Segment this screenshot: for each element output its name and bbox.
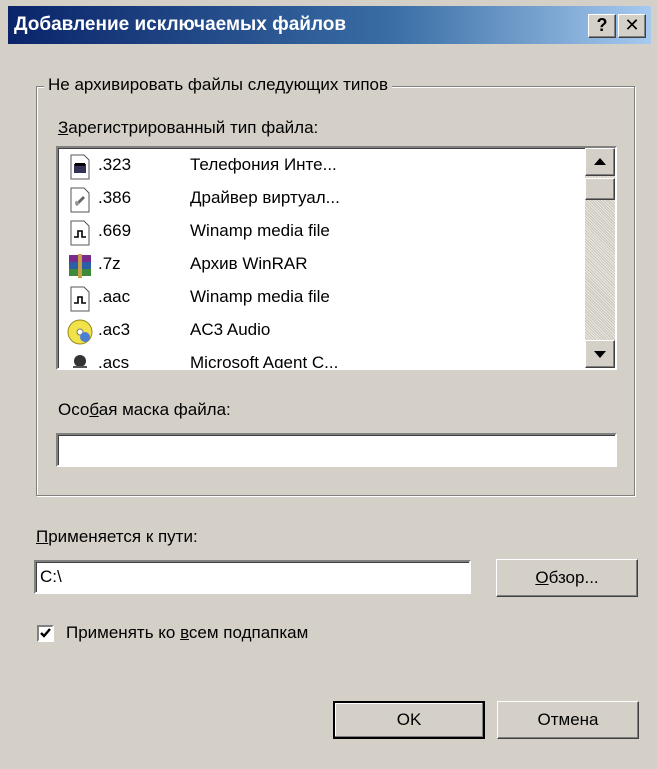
group-legend: Не архивировать файлы следующих типов	[44, 75, 393, 95]
browse-button[interactable]: Обзор...	[496, 559, 638, 597]
title-bar[interactable]: Добавление исключаемых файлов ? ✕	[8, 6, 651, 44]
file-type-description: Winamp media file	[190, 221, 330, 240]
list-item[interactable]: .acs Microsoft Agent C...	[66, 348, 586, 370]
file-extension: .323	[98, 155, 132, 174]
file-type-description: Архив WinRAR	[190, 254, 308, 273]
file-type-description: Телефония Инте...	[190, 155, 337, 174]
ok-button[interactable]: OK	[333, 701, 485, 739]
file-type-description: AC3 Audio	[190, 320, 271, 339]
scroll-up-button[interactable]	[585, 148, 615, 176]
file-extension: .acs	[98, 353, 130, 370]
driver-file-icon	[70, 187, 90, 213]
path-input[interactable]	[34, 560, 471, 594]
exclude-files-dialog: Добавление исключаемых файлов ? ✕ Не арх…	[0, 0, 657, 769]
path-label: Применяется к пути:	[36, 527, 198, 546]
file-extension: .669	[98, 221, 132, 240]
scroll-down-button[interactable]	[585, 340, 615, 368]
list-item[interactable]: .aac Winamp media file	[66, 282, 586, 315]
list-item[interactable]: .ac3 AC3 Audio	[66, 315, 586, 348]
list-item[interactable]: .323 Телефония Инте...	[66, 150, 586, 183]
scroll-thumb[interactable]	[585, 178, 615, 200]
arrow-up-icon	[594, 158, 606, 165]
file-type-description: Microsoft Agent C...	[190, 353, 339, 370]
file-extension: .7z	[98, 254, 121, 273]
dialog-title: Добавление исключаемых файлов	[14, 14, 347, 35]
file-type-description: Winamp media file	[190, 287, 330, 306]
apply-subfolders-checkbox[interactable]	[37, 625, 54, 642]
winrar-archive-icon	[69, 254, 91, 278]
cancel-button[interactable]: Отмена	[497, 701, 639, 739]
list-item[interactable]: .386 Драйвер виртуал...	[66, 183, 586, 216]
list-item[interactable]: .669 Winamp media file	[66, 216, 586, 249]
file-extension: .ac3	[98, 320, 131, 339]
audio-cd-icon	[67, 319, 93, 345]
vertical-scrollbar[interactable]	[585, 148, 615, 368]
close-icon: ✕	[624, 15, 640, 35]
list-item[interactable]: .7z Архив WinRAR	[66, 249, 586, 282]
file-mask-label: Особая маска файла:	[58, 400, 231, 419]
help-button[interactable]: ?	[588, 14, 616, 38]
file-extension: .386	[98, 188, 132, 207]
winamp-file-icon	[70, 220, 90, 246]
registered-types-label: Зарегистрированный тип файла:	[58, 118, 319, 137]
arrow-down-icon	[594, 351, 606, 358]
file-extension: .aac	[98, 287, 131, 306]
file-type-description: Драйвер виртуал...	[190, 188, 340, 207]
close-button[interactable]: ✕	[618, 14, 646, 38]
checkmark-icon	[40, 628, 51, 638]
file-mask-input[interactable]	[56, 433, 617, 467]
winamp-file-icon	[70, 286, 90, 312]
file-types-list[interactable]: .323 Телефония Инте... .386 Драйвер вирт…	[56, 146, 617, 370]
phone-file-icon	[70, 154, 90, 180]
apply-subfolders-label[interactable]: Применять ко всем подпапкам	[66, 623, 308, 643]
agent-file-icon	[73, 355, 87, 368]
